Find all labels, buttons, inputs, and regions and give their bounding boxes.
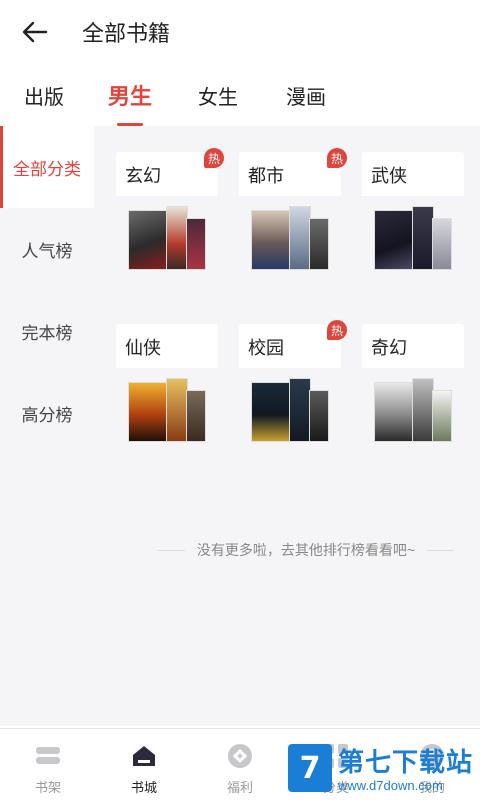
sidebar-item-label: 高分榜 xyxy=(21,405,73,425)
book-cover xyxy=(186,218,206,270)
book-cover xyxy=(309,390,329,442)
book-cover xyxy=(374,210,414,270)
nav-item-bookstore[interactable]: 书城 xyxy=(96,729,192,800)
book-cover xyxy=(289,378,311,442)
cover-stack xyxy=(239,196,341,294)
cover-stack xyxy=(239,368,341,466)
category-card-wuxia[interactable]: 武侠 xyxy=(362,152,464,294)
sidebar-item-high-score[interactable]: 高分榜 xyxy=(0,372,94,454)
category-card-xiaoyuan[interactable]: 校园 热 xyxy=(239,320,347,466)
nav-label: 福利 xyxy=(226,780,253,795)
tab-comics[interactable]: 漫画 xyxy=(286,64,326,126)
back-button[interactable] xyxy=(0,0,70,64)
cover-stack xyxy=(362,196,464,294)
category-card-dushi[interactable]: 都市 热 xyxy=(239,148,347,294)
sidebar-item-all-categories[interactable]: 全部分类 xyxy=(0,126,94,208)
book-cover xyxy=(166,206,188,270)
category-label: 都市 xyxy=(248,166,284,186)
cover-stack xyxy=(362,368,464,466)
book-cover xyxy=(374,382,414,442)
hot-badge: 热 xyxy=(327,320,347,340)
sidebar-item-popularity[interactable]: 人气榜 xyxy=(0,208,94,290)
nav-label: 书城 xyxy=(130,780,157,795)
book-cover xyxy=(289,206,311,270)
watermark-url: www.d7down.com xyxy=(338,778,443,793)
category-label: 奇幻 xyxy=(371,338,407,358)
end-of-list-text: 没有更多啦，去其他排行榜看看吧~ xyxy=(196,542,416,558)
nav-item-bookshelf[interactable]: 书架 xyxy=(0,729,96,800)
hot-badge: 热 xyxy=(204,148,224,168)
book-cover xyxy=(128,382,168,442)
watermark-title: 第七下载站 xyxy=(338,747,474,777)
end-of-list-note: 没有更多啦，去其他排行榜看看吧~ xyxy=(158,540,454,560)
category-label: 仙侠 xyxy=(125,338,161,358)
sidebar-item-completed[interactable]: 完本榜 xyxy=(0,290,94,372)
divider xyxy=(158,549,185,551)
book-cover xyxy=(412,206,434,270)
category-card-qihuan[interactable]: 奇幻 xyxy=(362,324,464,466)
bookshelf-icon xyxy=(35,743,61,769)
tab-label: 出版 xyxy=(24,86,64,109)
category-label: 武侠 xyxy=(371,166,407,186)
book-cover xyxy=(309,218,329,270)
tab-publishing[interactable]: 出版 xyxy=(24,64,64,126)
header: 全部书籍 xyxy=(0,0,480,64)
book-cover xyxy=(251,382,291,442)
book-cover xyxy=(432,390,452,442)
tab-female[interactable]: 女生 xyxy=(198,64,238,126)
back-arrow-icon xyxy=(22,21,48,43)
tab-label: 女生 xyxy=(198,86,238,109)
category-tabs: 出版 男生 女生 漫画 xyxy=(0,64,480,126)
book-cover xyxy=(251,210,291,270)
tab-label: 男生 xyxy=(108,84,153,109)
book-cover xyxy=(432,218,452,270)
hot-badge: 热 xyxy=(327,148,347,168)
sidebar-item-label: 全部分类 xyxy=(13,159,81,179)
book-cover xyxy=(166,378,188,442)
nav-label: 书架 xyxy=(34,780,61,795)
page-title: 全部书籍 xyxy=(82,21,171,46)
category-card-xianxia[interactable]: 仙侠 xyxy=(116,324,218,466)
category-grid: 玄幻 热 都市 热 武侠 仙侠 校园 热 奇幻 没有更多啦，去其他排行榜看看吧~ xyxy=(94,126,480,726)
divider xyxy=(427,549,454,551)
sidebar: 全部分类 人气榜 完本榜 高分榜 xyxy=(0,126,94,726)
category-label: 玄幻 xyxy=(125,166,161,186)
cover-stack xyxy=(116,368,218,466)
category-label: 校园 xyxy=(248,338,284,358)
tab-male[interactable]: 男生 xyxy=(108,64,152,126)
book-cover xyxy=(128,210,168,270)
book-cover xyxy=(412,378,434,442)
category-card-xuanhuan[interactable]: 玄幻 热 xyxy=(116,148,224,294)
book-cover xyxy=(186,390,206,442)
cover-stack xyxy=(116,196,218,294)
sidebar-item-label: 人气榜 xyxy=(21,241,73,261)
site-watermark: 7 第七下载站 www.d7down.com xyxy=(288,738,478,798)
tab-label: 漫画 xyxy=(286,86,326,109)
watermark-logo-icon: 7 xyxy=(288,744,332,792)
welfare-icon xyxy=(227,743,253,769)
bookstore-icon xyxy=(131,743,157,769)
nav-item-welfare[interactable]: 福利 xyxy=(192,729,288,800)
sidebar-item-label: 完本榜 xyxy=(21,323,73,343)
